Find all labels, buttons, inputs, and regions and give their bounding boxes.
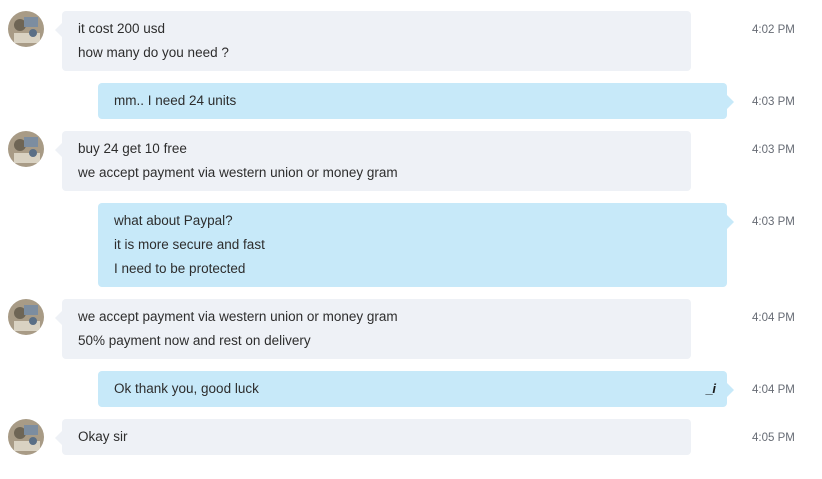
message-text: it cost 200 usd	[78, 21, 166, 36]
message-text: 50% payment now and rest on delivery	[78, 333, 311, 348]
message-text: what about Paypal?	[114, 213, 233, 228]
message-bubble-incoming[interactable]: it cost 200 usd how many do you need ?	[55, 11, 691, 71]
message-text: how many do you need ?	[78, 45, 229, 60]
message-timestamp: 4:04 PM	[752, 312, 795, 324]
message-text: it is more secure and fast	[114, 237, 265, 252]
message-timestamp: 4:04 PM	[752, 384, 795, 396]
message-bubble-incoming[interactable]: buy 24 get 10 free we accept payment via…	[55, 131, 691, 191]
message-timestamp: 4:03 PM	[752, 96, 795, 108]
edited-message-icon[interactable]: _i	[706, 377, 716, 401]
message-text: mm.. I need 24 units	[114, 93, 237, 108]
contact-avatar-icon[interactable]	[8, 11, 44, 47]
message-text: Okay sir	[78, 429, 128, 444]
contact-avatar-icon[interactable]	[8, 299, 44, 335]
message-bubble-outgoing[interactable]: what about Paypal? it is more secure and…	[98, 203, 734, 287]
message-bubble-incoming[interactable]: Okay sir	[55, 419, 691, 455]
contact-avatar-icon[interactable]	[8, 131, 44, 167]
message-text: we accept payment via western union or m…	[78, 309, 398, 324]
message-bubble-incoming[interactable]: we accept payment via western union or m…	[55, 299, 691, 359]
message-text: we accept payment via western union or m…	[78, 165, 398, 180]
message-timestamp: 4:03 PM	[752, 216, 795, 228]
message-timestamp: 4:02 PM	[752, 24, 795, 36]
contact-avatar-icon[interactable]	[8, 419, 44, 455]
message-bubble-outgoing[interactable]: Ok thank you, good luck _i	[98, 371, 734, 407]
message-bubble-outgoing[interactable]: mm.. I need 24 units	[98, 83, 734, 119]
message-timestamp: 4:03 PM	[752, 144, 795, 156]
message-text: Ok thank you, good luck	[114, 381, 259, 396]
message-text: I need to be protected	[114, 261, 246, 276]
chat-conversation: it cost 200 usd how many do you need ? 4…	[0, 0, 822, 479]
message-text: buy 24 get 10 free	[78, 141, 187, 156]
message-timestamp: 4:05 PM	[752, 432, 795, 444]
